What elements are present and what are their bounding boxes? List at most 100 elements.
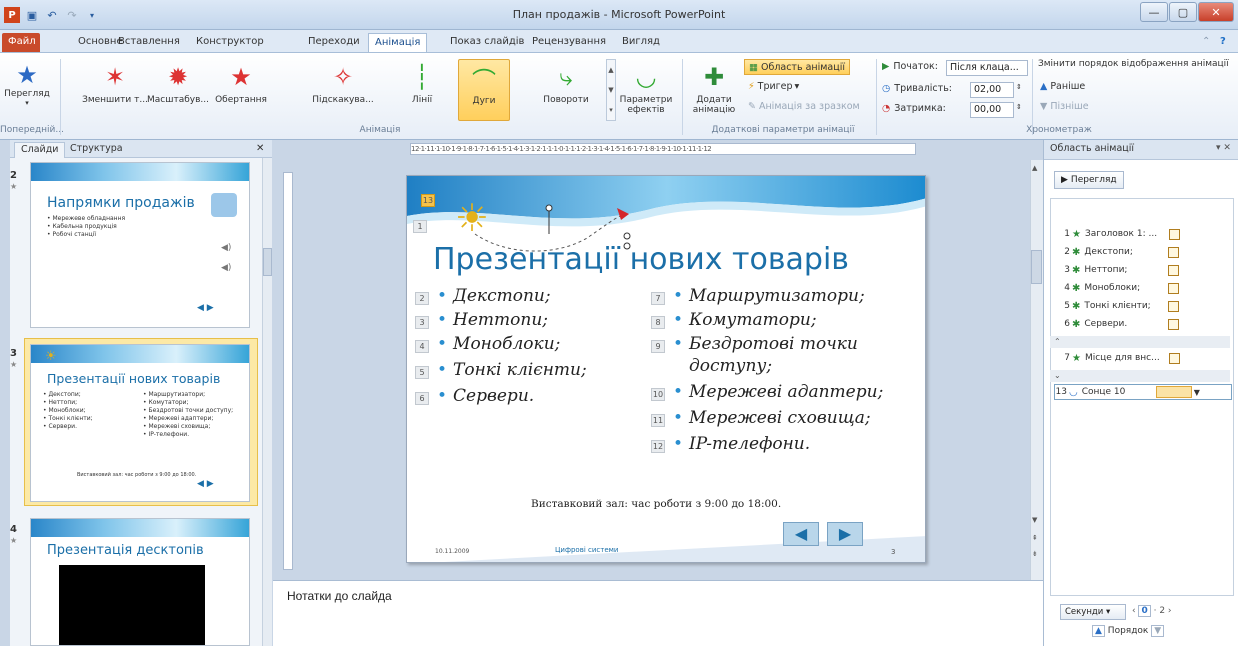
animation-tag[interactable]: 7 (651, 292, 665, 305)
tab-slides[interactable]: Слайди (14, 142, 66, 158)
gallery-grow[interactable]: ✹ Масштабув... (147, 59, 209, 121)
next-slide-icon[interactable]: ⇟ (1032, 550, 1038, 558)
slide-thumbnail-4[interactable]: Презентація десктопів (30, 518, 250, 646)
animation-item[interactable]: 7 ★ Місце для внс... (1058, 350, 1230, 366)
trigger-button[interactable]: ⚡ Тригер ▾ (748, 81, 799, 92)
section-expand-icon[interactable]: ⌄ (1050, 370, 1230, 382)
maximize-button[interactable]: ▢ (1169, 2, 1197, 22)
shrink-effect-icon: ✶ (104, 63, 126, 91)
slide-thumbnail-2[interactable]: Напрямки продажів • Мережеве обладнання … (30, 162, 250, 328)
add-animation-button[interactable]: ✚ Додати анімацію (688, 59, 740, 121)
help-icon[interactable]: ? (1214, 33, 1232, 52)
gallery-bounce[interactable]: ✧ Підскакува... (312, 59, 374, 121)
gallery-spin[interactable]: ★ Обертання (214, 59, 268, 121)
animation-tag[interactable]: 6 (415, 392, 429, 405)
gallery-shrink[interactable]: ✶ Зменшити т... (82, 59, 148, 121)
animation-item-selected[interactable]: 13 ◡ Сонце 10 ▼ (1054, 384, 1232, 400)
sun-shape-icon[interactable]: ☀ (455, 198, 489, 238)
speaker-icon: ◀) (221, 263, 232, 273)
pane-menu-icon[interactable]: ▾ ✕ (1216, 143, 1231, 153)
gallery-lines[interactable]: ┆ Лінії (400, 59, 444, 121)
animation-item[interactable]: 4 ✱ Моноблоки; (1058, 280, 1230, 296)
duration-label: ◷ Тривалість: (882, 83, 952, 94)
bullet-item[interactable]: • Комутатори; (673, 310, 817, 330)
move-later-button[interactable]: ▼ Пізніше (1040, 101, 1089, 112)
duration-spinner[interactable]: ⇕ (1016, 83, 1022, 91)
slide-canvas[interactable]: ☀ 13 1 Презентації нових товарів 2 • Декс… (406, 175, 926, 563)
bullet-item[interactable]: • Декстопи; (437, 286, 551, 306)
animation-item[interactable]: 1 ★ Заголовок 1: ... (1058, 226, 1230, 242)
tab-file[interactable]: Файл (2, 33, 40, 52)
gallery-scroll[interactable]: ▲ ▼ ▾ (606, 59, 616, 121)
play-button[interactable]: ▶ Перегляд (1054, 171, 1124, 189)
bullet-item[interactable]: • Моноблоки; (437, 334, 560, 354)
animation-tag[interactable]: 12 (651, 440, 665, 453)
section-expand-icon[interactable]: ⌃ (1050, 336, 1230, 348)
effect-options-button[interactable]: ◡ Параметри ефектів (620, 59, 673, 121)
play-icon: ▶ (1061, 175, 1068, 185)
animation-tag[interactable]: 3 (415, 316, 429, 329)
animation-item[interactable]: 2 ✱ Декстопи; (1058, 244, 1230, 260)
bullet-item[interactable]: • Бездротові точки (673, 334, 858, 354)
notes-pane[interactable]: Нотатки до слайда (273, 580, 1043, 646)
minimize-button[interactable]: — (1140, 2, 1168, 22)
animation-tag[interactable]: 11 (651, 414, 665, 427)
animation-tag[interactable]: 5 (415, 366, 429, 379)
bullet-item[interactable]: • Неттопи; (437, 310, 548, 330)
tab-design[interactable]: Конструктор (190, 33, 270, 52)
tab-animations[interactable]: Анімація (368, 33, 428, 52)
prev-slide-button[interactable]: ◀ (783, 522, 819, 546)
next-slide-button[interactable]: ▶ (827, 522, 863, 546)
bullet-item[interactable]: • Мережеві сховища; (673, 408, 871, 428)
animation-tag[interactable]: 1 (413, 220, 427, 233)
animation-pane-button[interactable]: ▦ Область анімації (744, 59, 850, 75)
tab-outline[interactable]: Структура (64, 142, 129, 158)
reorder-down-icon: ▼ (1151, 625, 1165, 637)
gallery-turns[interactable]: ⤷ Повороти (538, 59, 594, 121)
tab-insert[interactable]: Вставлення (112, 33, 186, 52)
tab-view[interactable]: Вигляд (616, 33, 666, 52)
animation-tag[interactable]: 2 (415, 292, 429, 305)
bullet-item[interactable]: • Маршрутизатори; (673, 286, 865, 306)
bullet-item[interactable]: • Сервери. (437, 386, 534, 406)
bullet-item[interactable]: • Мережеві адаптери; (673, 382, 883, 402)
thumbnails-scrollbar[interactable] (262, 158, 272, 646)
bullet-item[interactable]: • Тонкі клієнти; (437, 360, 587, 380)
animation-item[interactable]: 6 ✱ Сервери. (1058, 316, 1230, 332)
animation-tag[interactable]: 8 (651, 316, 665, 329)
notes-placeholder[interactable]: Нотатки до слайда (287, 589, 392, 603)
preview-button[interactable]: ★ Перегляд ▾ (4, 61, 50, 107)
tab-transitions[interactable]: Переходи (302, 33, 366, 52)
slide-thumbnail-3[interactable]: ☀ Презентації нових товарів • Декстопи; … (30, 344, 250, 502)
move-earlier-button[interactable]: ▲ Раніше (1040, 81, 1085, 92)
animation-painter-button[interactable]: ✎ Анімація за зразком (748, 101, 860, 112)
ribbon: ★ Перегляд ▾ Попередній... ✶ Зменшити т..… (0, 52, 1238, 140)
close-button[interactable]: ✕ (1198, 2, 1234, 22)
animation-tag[interactable]: 10 (651, 388, 665, 401)
reorder-control[interactable]: ▲ Порядок ▼ (1092, 625, 1165, 637)
timeline-scale[interactable]: ‹ 0 · 2 › (1132, 605, 1172, 617)
close-pane-icon[interactable]: ✕ (250, 142, 270, 158)
start-select[interactable]: Після клаца... (946, 60, 1028, 76)
animation-pane-icon: ▦ (749, 61, 758, 73)
animation-item[interactable]: 5 ✱ Тонкі клієнти; (1058, 298, 1230, 314)
slide-title[interactable]: Презентації нових товарів (433, 242, 849, 277)
delay-spinner[interactable]: ⇕ (1016, 103, 1022, 111)
tab-review[interactable]: Рецензування (526, 33, 612, 52)
animation-item[interactable]: 3 ✱ Неттопи; (1058, 262, 1230, 278)
animation-tag[interactable]: 13 (421, 194, 435, 207)
animation-tag[interactable]: 4 (415, 340, 429, 353)
delay-input[interactable]: 00,00 (970, 102, 1014, 118)
duration-input[interactable]: 02,00 (970, 82, 1014, 98)
tab-slideshow[interactable]: Показ слайдів (444, 33, 530, 52)
bullet-item[interactable]: • IP-телефони. (673, 434, 810, 454)
slide-scrollbar[interactable]: ▲ ▼ ⇞ ⇟ (1030, 160, 1043, 580)
prev-slide-icon[interactable]: ⇞ (1032, 534, 1038, 542)
star-effect-icon: ★ (1072, 352, 1081, 364)
ribbon-tabs: Файл Основне Вставлення Конструктор Пере… (0, 30, 1238, 52)
animation-tag[interactable]: 9 (651, 340, 665, 353)
slide-footer-text[interactable]: Виставковий зал: час роботи з 9:00 до 18… (531, 498, 781, 510)
seconds-button[interactable]: Секунди ▾ (1060, 604, 1126, 620)
gallery-arcs[interactable]: ⌒ Дуги (458, 59, 510, 121)
bullet-item-continued[interactable]: доступу; (689, 356, 772, 376)
